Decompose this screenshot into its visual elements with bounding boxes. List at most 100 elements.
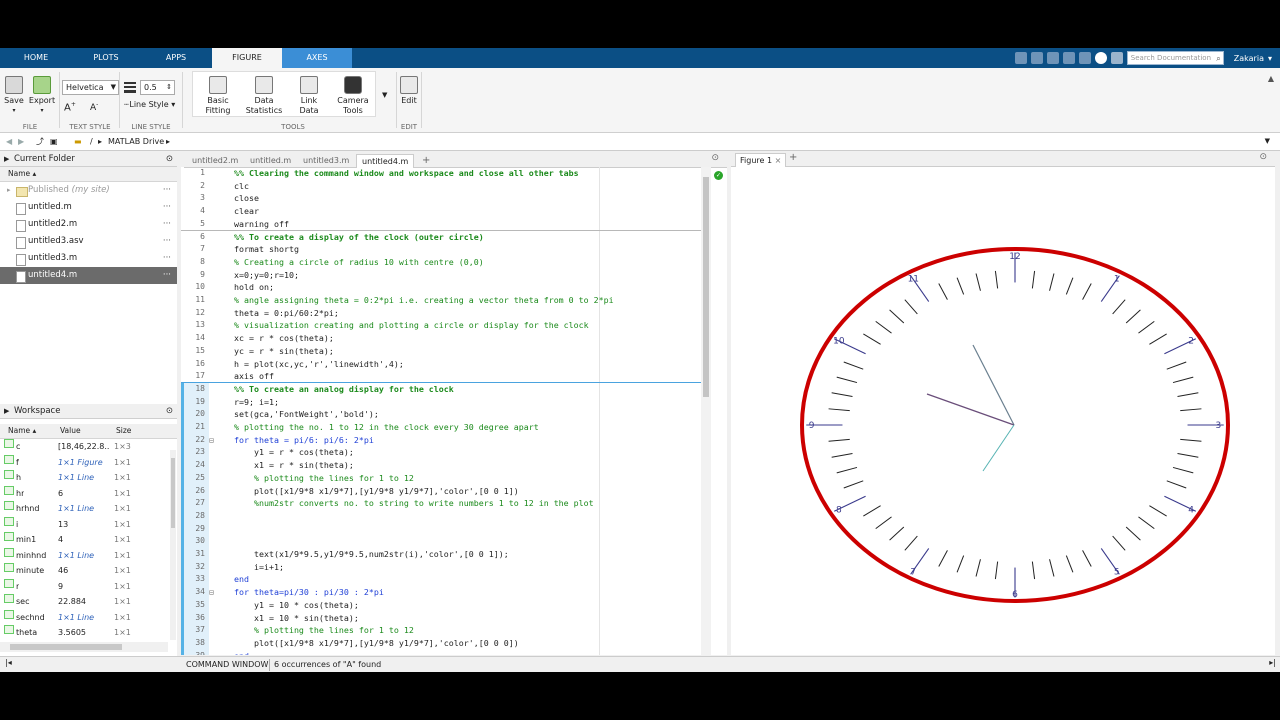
code-line[interactable]: 35 y1 = 10 * cos(theta); [181,599,701,612]
code-line[interactable]: 39 end [181,650,701,655]
help-icon[interactable] [1094,52,1107,64]
code-line[interactable]: 12 theta = 0:pi/60:2*pi; [181,307,701,320]
table-row[interactable]: i 13 1×1 [0,516,177,533]
scroll-right-icon[interactable]: ▸| [1269,658,1276,667]
tab-axes[interactable]: AXES [282,48,352,68]
list-item[interactable]: untitled.m ··· [0,199,177,216]
close-icon[interactable]: × [775,156,782,165]
back-icon[interactable]: ◀ [6,133,12,150]
list-item[interactable]: untitled2.m ··· [0,216,177,233]
code-line[interactable]: 38 plot([x1/9*8 x1/9*7],[y1/9*8 y1/9*7],… [181,637,701,650]
code-area[interactable]: 1 %% Clearing the command window and work… [181,167,727,655]
add-figure-button[interactable]: + [789,152,797,163]
line-style-dropdown[interactable]: ┄ Line Style ▾ [124,100,184,110]
table-row[interactable]: c [18,46,22.8... 1×3 [0,439,177,455]
code-line[interactable]: 15 yc = r * sin(theta); [181,345,701,358]
collapse-icon[interactable]: ▶ [4,152,9,166]
code-line[interactable]: 3 close [181,192,701,205]
panel-actions-icon[interactable]: ⊙ [166,404,173,418]
name-column-header[interactable]: Name ▴ [0,167,177,182]
list-item[interactable]: untitled4.m ··· [0,267,177,284]
code-line[interactable]: 10 hold on; [181,281,701,294]
export-button[interactable]: Export ▾ [28,76,56,116]
code-line[interactable]: 2 clc [181,180,701,193]
tab-apps[interactable]: APPS [152,48,200,68]
data-statistics-button[interactable]: Data Statistics [244,76,284,116]
code-line[interactable]: 7 format shortg [181,243,701,256]
add-tab-button[interactable]: + [417,154,435,167]
table-row[interactable]: minute 46 1×1 [0,563,177,579]
vertical-scrollbar[interactable] [170,450,176,640]
path-arrow[interactable]: ▸ [98,133,102,150]
code-line[interactable]: 14 xc = r * cos(theta); [181,332,701,345]
switch-windows-icon[interactable] [1078,52,1091,64]
browse-folder-icon[interactable]: ▣ [50,133,58,150]
font-dropdown[interactable]: Helvetica ▼ [62,80,119,95]
save-icon[interactable] [1014,52,1027,64]
code-line[interactable]: 16 h = plot(xc,yc,'r','linewidth',4); [181,358,701,371]
link-data-button[interactable]: Link Data [290,76,328,116]
chevron-down-icon[interactable] [1110,52,1123,64]
path-folder-matlab-drive[interactable]: MATLAB Drive [108,133,164,150]
redo-icon[interactable] [1062,52,1075,64]
fold-icon[interactable]: ⊟ [209,586,214,599]
code-line[interactable]: 29 [181,523,701,536]
undo-icon[interactable] [1046,52,1059,64]
save-button[interactable]: Save ▾ [4,76,24,116]
code-line[interactable]: 6 %% To create a display of the clock (ou… [181,231,701,244]
command-window-label[interactable]: COMMAND WINDOW [186,657,268,672]
code-line[interactable]: 36 x1 = 10 * sin(theta); [181,612,701,625]
table-row[interactable]: hr 6 1×1 [0,485,177,502]
table-row[interactable]: h 1×1 Line 1×1 [0,470,177,486]
code-line[interactable]: 26 plot([x1/9*8 x1/9*7],[y1/9*8 y1/9*7],… [181,485,701,498]
fold-icon[interactable]: ⊟ [209,434,214,447]
scroll-thumb[interactable] [10,644,122,650]
table-row[interactable]: min1 4 1×1 [0,532,177,548]
user-name[interactable]: Zakaria [1234,54,1264,63]
decrease-font-button[interactable]: A- [90,100,98,113]
cut-icon[interactable] [1030,52,1043,64]
panel-actions-icon[interactable]: ⊙ [1259,152,1267,162]
code-line[interactable]: 4 clear [181,205,701,218]
expand-icon[interactable]: ▸ [7,182,11,199]
forward-icon[interactable]: ▶ [18,133,24,150]
name-column-header[interactable]: Name ▴ [8,424,36,438]
code-line[interactable]: 32 i=i+1; [181,561,701,574]
code-line[interactable]: 8 % Creating a circle of radius 10 with c… [181,256,701,269]
code-line[interactable]: 24 x1 = r * sin(theta); [181,459,701,472]
scroll-thumb[interactable] [703,177,709,397]
code-line[interactable]: 34 ⊟ for theta=pi/30 : pi/30 : 2*pi [181,586,701,599]
line-width-field[interactable]: 0.5 ⇕ [140,80,175,95]
table-row[interactable]: sec 22.884 1×1 [0,594,177,610]
code-line[interactable]: 19 r=9; i=1; [181,396,701,409]
code-line[interactable]: 9 x=0;y=0;r=10; [181,269,701,282]
table-row[interactable]: hrhnd 1×1 Line 1×1 [0,501,177,517]
horizontal-scrollbar[interactable] [0,642,168,652]
list-item[interactable]: untitled3.asv ··· [0,233,177,250]
tab-plots[interactable]: PLOTS [82,48,130,68]
collapse-icon[interactable]: ▶ [4,404,9,418]
table-row[interactable]: theta 3.5605 1×1 [0,625,177,641]
code-line[interactable]: 13 % visualization creating and plotting … [181,319,701,332]
collapse-ribbon-icon[interactable]: ▲ [1268,74,1274,83]
chevron-down-icon[interactable]: ▼ [1265,133,1270,150]
tab-untitled[interactable]: untitled.m [245,154,296,167]
tab-untitled4[interactable]: untitled4.m [356,154,415,168]
tab-untitled2[interactable]: untitled2.m [187,154,243,167]
camera-tools-button[interactable]: Camera Tools [334,76,372,116]
scroll-thumb[interactable] [171,458,175,528]
table-row[interactable]: r 9 1×1 [0,578,177,595]
code-line[interactable]: 11 % angle assigning theta = 0:2*pi i.e. … [181,294,701,307]
search-documentation-input[interactable]: Search Documentation ⌕ [1126,51,1224,65]
code-line[interactable]: 20 set(gca,'FontWeight','bold'); [181,408,701,421]
list-item[interactable]: ▸ Published (my site) ··· [0,182,177,199]
code-line[interactable]: 21 % plotting the no. 1 to 12 in the cloc… [181,421,701,434]
tab-figure-1[interactable]: Figure 1 × [735,153,787,167]
table-row[interactable]: sechnd 1×1 Line 1×1 [0,609,177,626]
path-arrow[interactable]: ▸ [166,133,170,150]
code-line[interactable]: 27 %num2str converts no. to string to wr… [181,497,701,510]
code-line[interactable]: 31 text(x1/9*9.5,y1/9*9.5,num2str(i),'co… [181,548,701,561]
code-line[interactable]: 28 [181,510,701,523]
size-column-header[interactable]: Size [116,424,131,438]
code-line[interactable]: 30 [181,535,701,548]
